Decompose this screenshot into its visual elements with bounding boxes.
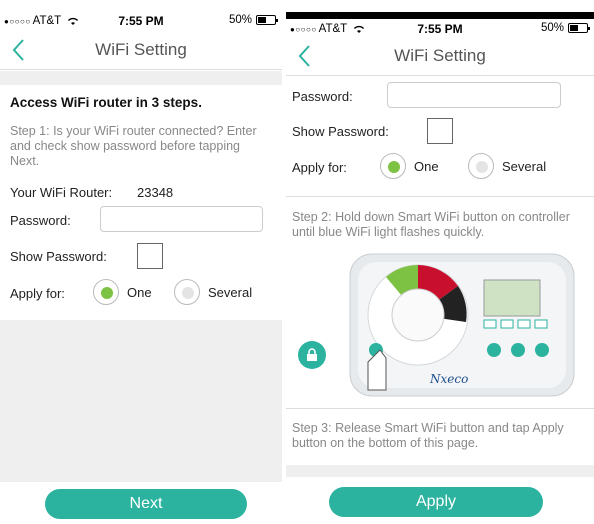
divider-line: [286, 408, 594, 409]
apply-for-label: Apply for:: [292, 160, 347, 175]
radio-several-label: Several: [502, 158, 547, 174]
apply-button[interactable]: Apply: [329, 487, 543, 517]
radio-one-label: One: [414, 158, 439, 174]
instructions-heading: Access WiFi router in 3 steps.: [10, 95, 202, 110]
right-screen: ●○○○○ AT&T 7:55 PM 50% WiFi Setting Pass…: [286, 0, 594, 524]
lock-icon: [307, 348, 317, 361]
page-title: WiFi Setting: [95, 40, 187, 59]
nav-bar: WiFi Setting: [286, 38, 594, 76]
nav-bar: WiFi Setting: [0, 32, 282, 70]
battery-percent: 50%: [540, 22, 564, 34]
show-password-checkbox[interactable]: [137, 243, 163, 269]
apply-for-label: Apply for:: [10, 286, 65, 301]
radio-unselected-icon: [174, 279, 200, 305]
next-button[interactable]: Next: [45, 489, 247, 519]
radio-one[interactable]: One: [93, 279, 152, 305]
radio-several-label: Several: [208, 284, 253, 300]
password-input[interactable]: [100, 206, 263, 232]
page-title: WiFi Setting: [394, 46, 486, 65]
password-label: Password:: [292, 89, 353, 104]
router-label: Your WiFi Router:: [10, 185, 113, 200]
controller-brand-logo: Nxeco: [430, 372, 469, 386]
step-2-text: Step 2: Hold down Smart WiFi button on c…: [292, 210, 570, 239]
section-gap: [286, 465, 594, 477]
battery-icon: [256, 15, 278, 25]
router-name: 23348: [137, 185, 174, 200]
show-password-checkbox[interactable]: [427, 118, 453, 144]
battery-icon: [568, 23, 590, 33]
radio-unselected-icon: [468, 153, 494, 179]
top-black-bar: [286, 12, 594, 19]
password-label: Password:: [10, 213, 71, 228]
divider-line: [286, 196, 594, 197]
left-screen: ●○○○○ AT&T 7:55 PM 50% WiFi Setting Acce…: [0, 0, 282, 524]
password-input[interactable]: [387, 82, 561, 108]
battery-percent: 50%: [228, 14, 252, 26]
radio-one[interactable]: One: [380, 153, 439, 179]
radio-several[interactable]: Several: [468, 153, 546, 179]
section-gap: [0, 71, 282, 85]
radio-several[interactable]: Several: [174, 279, 252, 305]
empty-gray-area: [0, 320, 282, 482]
step-3-text: Step 3: Release Smart WiFi button and ta…: [292, 421, 564, 450]
lock-button[interactable]: [298, 341, 326, 369]
status-bar: ●○○○○ AT&T 7:55 PM 50%: [0, 12, 282, 34]
show-password-label: Show Password:: [292, 124, 389, 139]
radio-selected-icon: [93, 279, 119, 305]
radio-selected-icon: [380, 153, 406, 179]
step-1-text: Step 1: Is your WiFi router connected? E…: [10, 124, 257, 168]
show-password-label: Show Password:: [10, 249, 107, 264]
radio-one-label: One: [127, 284, 152, 300]
